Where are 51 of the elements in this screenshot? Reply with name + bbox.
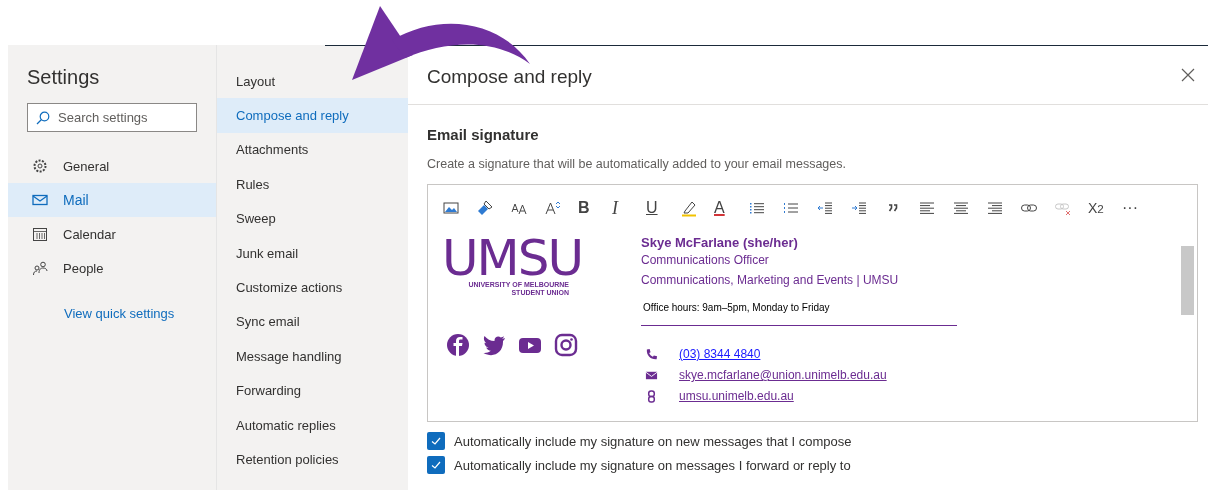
section-description: Create a signature that will be automatically added to your email messages. xyxy=(427,157,846,171)
panel-title: Compose and reply xyxy=(427,65,592,88)
search-icon xyxy=(36,111,50,125)
submenu-item[interactable]: Attachments xyxy=(217,132,408,168)
search-field[interactable]: Search settings xyxy=(27,103,197,132)
contact-link[interactable]: (03) 8344 4840 xyxy=(679,347,761,361)
logo-text: UMSU xyxy=(442,235,583,281)
submenu-item[interactable]: Layout xyxy=(217,64,408,99)
fontcolor-button[interactable]: A xyxy=(714,197,748,219)
submenu-item[interactable]: Sync email xyxy=(217,304,408,340)
submenu-item[interactable]: Rules xyxy=(217,167,408,202)
chain-link-icon xyxy=(645,389,658,403)
people-icon xyxy=(32,260,48,276)
submenu-item[interactable]: Compose and reply xyxy=(217,98,408,133)
submenu-item[interactable]: Automatic replies xyxy=(217,407,408,443)
submenu-item[interactable]: Forwarding xyxy=(217,373,408,408)
nav-item[interactable]: General xyxy=(8,149,216,183)
nav-item[interactable]: Mail xyxy=(8,183,216,217)
submenu-item[interactable]: Sweep xyxy=(217,201,408,236)
gear-icon xyxy=(32,158,48,174)
submenu-item[interactable]: Retention policies xyxy=(217,442,408,477)
italic-button[interactable]: I xyxy=(612,197,646,219)
bird-icon[interactable] xyxy=(482,333,506,357)
scrollbar-thumb[interactable] xyxy=(1181,246,1194,315)
section-heading: Email signature xyxy=(427,126,539,143)
signature-name: Skye McFarlane (she/her) xyxy=(641,235,799,250)
underline-button[interactable]: U xyxy=(646,197,680,219)
checkbox[interactable] xyxy=(427,456,445,474)
checkbox[interactable] xyxy=(427,432,445,450)
signature-department: Communications, Marketing and Events | UMSU xyxy=(641,273,900,287)
checkbox-label: Automatically include my signature on messages I forward or reply to xyxy=(454,457,851,473)
settings-title: Settings xyxy=(27,65,101,89)
nav-item[interactable]: Calendar xyxy=(8,217,216,251)
signature-editor[interactable] xyxy=(427,184,1198,422)
bold-button[interactable]: B xyxy=(578,197,612,219)
submenu-item[interactable]: Customize actions xyxy=(217,270,408,305)
mail-icon xyxy=(32,192,48,208)
contact-link[interactable]: skye.mcfarlane@union.unimelb.edu.au xyxy=(679,368,887,382)
office-hours: Office hours: 9am–5pm, Monday to Friday xyxy=(643,302,831,313)
quick-settings-link[interactable]: View quick settings xyxy=(64,306,175,321)
checkbox-label: Automatically include my signature on new messages that I compose xyxy=(454,433,852,449)
submenu-item[interactable]: Message handling xyxy=(217,339,408,374)
calendar-icon xyxy=(32,226,48,242)
contact-link[interactable]: umsu.unimelb.edu.au xyxy=(679,389,794,403)
facebook-icon[interactable] xyxy=(446,333,470,357)
nav-item[interactable]: People xyxy=(8,251,216,285)
submenu-item[interactable]: Junk email xyxy=(217,235,408,271)
more-button[interactable]: ··· xyxy=(1122,197,1156,219)
camera-icon[interactable] xyxy=(554,333,578,357)
phone-icon xyxy=(645,347,658,361)
signature-role: Communications Officer xyxy=(641,253,770,267)
